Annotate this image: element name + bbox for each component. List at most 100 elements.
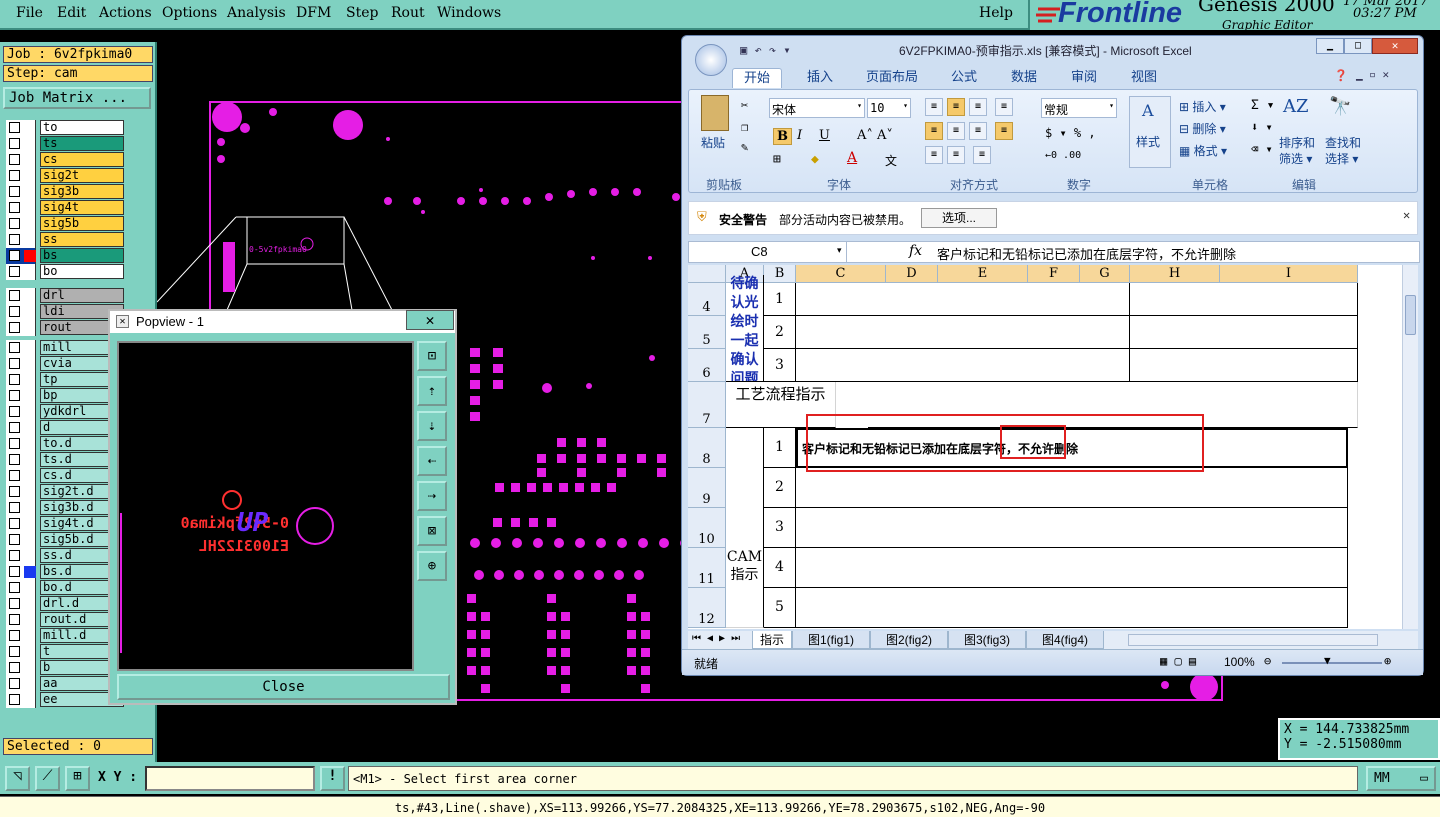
sort-filter-icon[interactable]: AZ [1283, 96, 1309, 117]
cell-b-number[interactable]: 3 [764, 508, 796, 548]
layer-checkbox[interactable] [9, 566, 20, 577]
column-header[interactable]: F [1028, 265, 1080, 283]
layer-checkbox[interactable] [9, 678, 20, 689]
row-header[interactable]: 9 [688, 468, 726, 508]
layer-row[interactable]: drl.d [6, 596, 124, 612]
layer-checkbox[interactable] [9, 662, 20, 673]
layer-checkbox[interactable] [9, 122, 20, 133]
help-icon[interactable]: ❓ [1334, 69, 1348, 82]
cell-b-number[interactable]: 1 [764, 283, 796, 316]
layer-row[interactable]: sig5b [6, 216, 124, 232]
menu-edit[interactable]: Edit [57, 5, 86, 21]
layer-checkbox[interactable] [9, 342, 20, 353]
layer-row[interactable]: sig2t.d [6, 484, 124, 500]
close-icon[interactable]: ✕ [1372, 38, 1418, 54]
sum-icon[interactable]: Σ ▾ [1251, 98, 1274, 113]
menu-analysis[interactable]: Analysis [227, 5, 286, 21]
popview-close-icon[interactable]: ✕ [406, 310, 454, 330]
cell-merged[interactable] [796, 316, 1130, 349]
layer-name[interactable]: bs [40, 248, 124, 263]
ribbon-tab[interactable]: 视图 [1118, 68, 1170, 88]
cell-merged[interactable] [796, 283, 1130, 316]
bold-button[interactable]: B [773, 128, 792, 145]
menu-file[interactable]: File [16, 5, 43, 21]
layer-row[interactable]: mill [6, 340, 124, 356]
layer-checkbox[interactable] [9, 154, 20, 165]
phonetic-icon[interactable]: 文 [885, 152, 897, 169]
layer-row[interactable]: cvia [6, 356, 124, 372]
column-header[interactable]: G [1080, 265, 1130, 283]
sheet-tab[interactable]: 图1(fig1) [792, 631, 870, 649]
cut-icon[interactable]: ✂ [741, 98, 748, 112]
layer-row[interactable]: t [6, 644, 124, 660]
layer-checkbox[interactable] [9, 470, 20, 481]
filter-button[interactable]: 筛选 ▾ [1279, 150, 1312, 167]
ribbon-tab[interactable]: 页面布局 [854, 68, 930, 88]
zoom-area-icon[interactable]: ◹ [5, 766, 30, 791]
layer-checkbox[interactable] [9, 358, 20, 369]
layer-row[interactable]: sig5b.d [6, 532, 124, 548]
popview-canvas[interactable]: 0-5v2fpkima0 E1003122HL UP [117, 341, 414, 671]
align-button-icon[interactable]: ≡ [947, 122, 965, 140]
column-header[interactable]: C [796, 265, 886, 283]
security-close-icon[interactable]: ✕ [1403, 208, 1410, 222]
cell-merged[interactable] [1130, 349, 1358, 382]
menu-step[interactable]: Step [346, 5, 378, 21]
layer-row[interactable]: tp [6, 372, 124, 388]
popview-close-button[interactable]: Close [117, 674, 450, 700]
layer-row[interactable]: mill.d [6, 628, 124, 644]
align-button-icon[interactable]: ≡ [925, 122, 943, 140]
security-options-button[interactable]: 选项... [921, 208, 997, 228]
zoom-slider-thumb[interactable]: ▼ [1324, 654, 1331, 667]
cell-b-number[interactable]: 2 [764, 316, 796, 349]
menu-actions[interactable]: Actions [99, 5, 152, 21]
zoom-slider[interactable] [1282, 662, 1382, 664]
clear-icon[interactable]: ⌫ ▾ [1251, 142, 1273, 156]
align-button-icon[interactable]: ≡ [925, 98, 943, 116]
row-header[interactable]: 7 [688, 382, 726, 428]
layer-checkbox[interactable] [9, 202, 20, 213]
sheet-tab[interactable]: 图3(fig3) [948, 631, 1026, 649]
layer-checkbox[interactable] [9, 534, 20, 545]
layer-row[interactable]: sig3b [6, 184, 124, 200]
units-select[interactable]: MM ▭ [1366, 766, 1436, 791]
column-header[interactable]: D [886, 265, 938, 283]
layer-checkbox[interactable] [9, 630, 20, 641]
align-button-icon[interactable]: ≡ [947, 98, 965, 116]
font-grow-button[interactable]: A˄ A˅ [857, 128, 893, 143]
layer-row[interactable]: rout.d [6, 612, 124, 628]
align-button-icon[interactable]: ≡ [969, 122, 987, 140]
maximize-icon[interactable]: □ [1344, 38, 1372, 54]
layer-row[interactable]: sig4t.d [6, 516, 124, 532]
minimize-icon[interactable]: ▁ [1316, 38, 1344, 54]
measure-icon[interactable]: ⟋ [35, 766, 60, 791]
layer-name[interactable]: sig4t [40, 200, 124, 215]
align-button-icon[interactable]: ≡ [925, 146, 943, 164]
vertical-scrollbar[interactable] [1402, 265, 1418, 629]
function-icon[interactable]: fx [909, 243, 922, 259]
layer-checkbox[interactable] [9, 322, 20, 333]
row-header[interactable]: 10 [688, 508, 726, 548]
number-format-icons[interactable]: $ ▾ % , [1045, 126, 1096, 140]
layer-checkbox[interactable] [9, 234, 20, 245]
cell-merged[interactable] [796, 548, 1348, 588]
align-button-icon[interactable]: ≡ [995, 122, 1013, 140]
select-all-corner[interactable] [688, 265, 726, 283]
layer-row[interactable]: ts [6, 136, 124, 152]
italic-button[interactable]: I [797, 128, 802, 143]
row-header[interactable]: 8 [688, 428, 726, 468]
sheet-tab[interactable]: 指示 [752, 631, 792, 649]
row-header[interactable]: 5 [688, 316, 726, 349]
layer-checkbox[interactable] [9, 406, 20, 417]
layer-checkbox[interactable] [9, 646, 20, 657]
cell-merged[interactable] [796, 468, 1348, 508]
decimal-icons[interactable]: ←0 .00 [1045, 150, 1081, 161]
menu-rout[interactable]: Rout [391, 5, 425, 21]
layer-row[interactable]: bs [6, 248, 124, 264]
format-painter-icon[interactable]: ✎ [741, 140, 748, 154]
quick-access-icons[interactable]: ▣ ↶ ↷ ▾ [740, 43, 791, 57]
sheet-tab[interactable]: 图2(fig2) [870, 631, 948, 649]
menu-options[interactable]: Options [162, 5, 217, 21]
cell-b-number[interactable]: 1 [764, 428, 796, 468]
styles-box[interactable]: A 样式 [1129, 96, 1171, 168]
